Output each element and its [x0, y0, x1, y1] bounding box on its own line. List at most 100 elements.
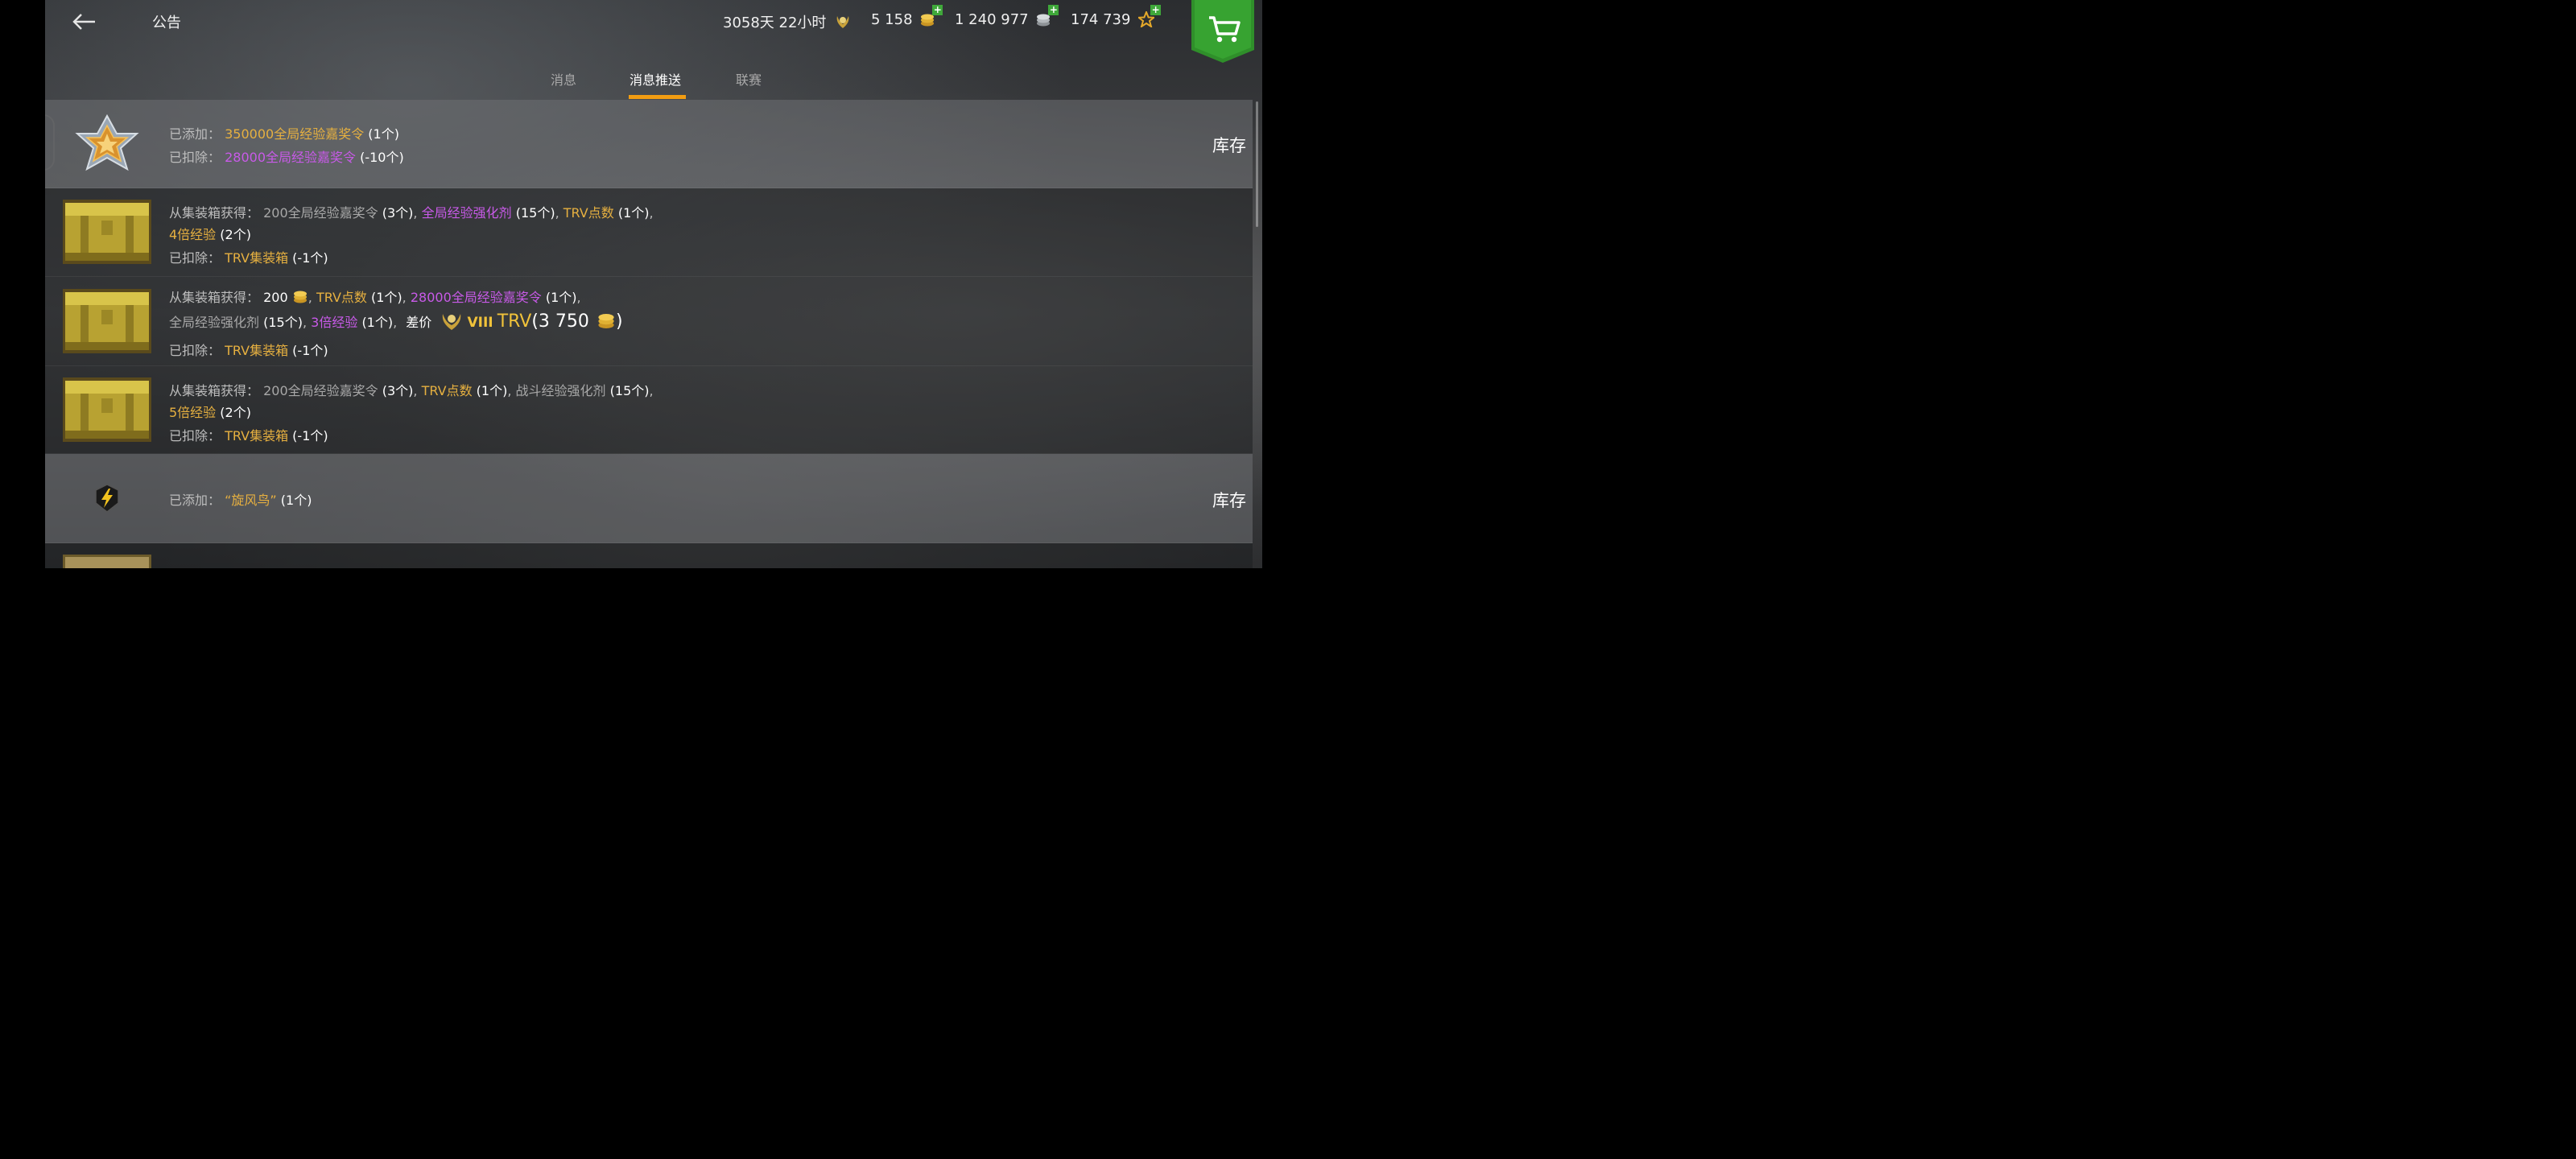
silver-coins-icon: + [1036, 5, 1059, 31]
obtained-line-cont: 5倍经验 (2个) [169, 402, 251, 421]
obtained-line: 从集装箱获得： 200全局经验嘉奖令 (3个), 全局经验强化剂 (15个), … [169, 205, 654, 221]
item-qty: (1个) [371, 290, 402, 305]
added-label: 已添加： [169, 493, 221, 508]
added-item: “旋风鸟” [225, 493, 277, 508]
item-qty: (1个) [361, 315, 394, 330]
item-name: 3倍经验 [311, 315, 358, 330]
item-name: TRV点数 [316, 290, 367, 305]
item-qty: (15个) [263, 315, 303, 330]
item-name: 4倍经验 [169, 227, 217, 242]
removed-label: 已扣除： [169, 343, 221, 358]
list-item: 从集装箱获得： 200 , TRV点数 (1个), 28000全局经验嘉奖令 (… [45, 277, 1253, 366]
premium-laurel-icon [443, 314, 461, 330]
crate-icon [63, 289, 151, 353]
gold-balance[interactable]: 5 158 + [871, 5, 943, 31]
removed-qty: (-1个) [292, 428, 328, 443]
lightning-shield-icon [93, 484, 121, 513]
added-qty: (1个) [368, 126, 399, 142]
list-item: 已添加： “旋风鸟” (1个) 库存 [45, 454, 1253, 543]
obtained-label: 从集装箱获得： [169, 205, 260, 221]
removed-label: 已扣除： [169, 150, 221, 165]
removed-line: 已扣除： TRV集装箱 (-1个) [169, 247, 328, 266]
obtained-line-cont: 4倍经验 (2个) [169, 224, 251, 243]
add-gold-icon[interactable]: + [932, 5, 943, 15]
removed-label: 已扣除： [169, 250, 221, 266]
removed-line: 已扣除： 28000全局经验嘉奖令 (-10个) [169, 146, 404, 166]
item-name: 全局经验强化剂 [169, 315, 260, 330]
premium-time-value: 3058天 22小时 [723, 14, 827, 31]
free-xp-star-icon: + [1136, 5, 1162, 31]
inventory-link[interactable]: 库存 [1212, 133, 1246, 157]
added-label: 已添加： [169, 126, 221, 142]
add-credits-icon[interactable]: + [1048, 5, 1059, 15]
top-bar: 公告 3058天 22小时 5 158 + 1 240 977 + 174 73… [45, 0, 1262, 63]
item-name: TRV点数 [563, 205, 614, 221]
removed-qty: (-10个) [360, 150, 404, 165]
page-title: 公告 [152, 14, 181, 31]
removed-item: TRV集装箱 [225, 250, 289, 266]
item-name: 战斗经验强化剂 [515, 383, 606, 398]
removed-qty: (-1个) [292, 250, 328, 266]
credits-balance[interactable]: 1 240 977 + [955, 5, 1059, 31]
item-qty: (15个) [609, 383, 650, 398]
premium-time[interactable]: 3058天 22小时 [723, 11, 852, 35]
added-line: 已添加： “旋风鸟” (1个) [169, 489, 312, 509]
obtained-line-cont: 全局经验强化剂 (15个), 3倍经验 (1个), 差价 VIII TRV(3 … [169, 311, 623, 332]
tab-messages[interactable]: 消息 [551, 69, 576, 89]
obtained-line: 从集装箱获得： 200全局经验嘉奖令 (3个), TRV点数 (1个), 战斗经… [169, 383, 654, 398]
crate-icon [63, 377, 151, 442]
tab-push-messages[interactable]: 消息推送 [630, 69, 681, 89]
price-difference-value: 3 750 [538, 311, 589, 332]
crate-icon [63, 200, 151, 264]
price-difference-label: 差价 [406, 315, 432, 330]
list-item [45, 543, 1253, 568]
back-arrow-icon [72, 14, 95, 30]
add-free-xp-icon[interactable]: + [1150, 5, 1162, 15]
gold-coins-icon [293, 291, 307, 303]
scrollbar[interactable] [1256, 101, 1258, 227]
removed-label: 已扣除： [169, 428, 221, 443]
star-badge-icon [72, 111, 142, 179]
tab-league[interactable]: 联赛 [736, 69, 762, 89]
tank-tier: VIII [467, 315, 493, 331]
removed-item: 28000全局经验嘉奖令 [225, 150, 357, 165]
obtained-line: 从集装箱获得： 200 , TRV点数 (1个), 28000全局经验嘉奖令 (… [169, 290, 581, 305]
screen: 公告 3058天 22小时 5 158 + 1 240 977 + 174 73… [45, 0, 1262, 568]
item-name: 5倍经验 [169, 405, 217, 420]
item-qty: (1个) [617, 205, 650, 221]
item-name: TRV点数 [421, 383, 473, 398]
item-name: 28000全局经验嘉奖令 [410, 290, 542, 305]
item-qty: (1个) [545, 290, 577, 305]
item-name: 200全局经验嘉奖令 [263, 205, 378, 221]
removed-qty: (-1个) [292, 343, 328, 358]
free-xp-balance[interactable]: 174 739 + [1071, 5, 1162, 31]
removed-line: 已扣除： TRV集装箱 (-1个) [169, 340, 328, 359]
removed-item: TRV集装箱 [225, 343, 289, 358]
shop-button[interactable] [1191, 0, 1254, 63]
gold-coins-icon: + [920, 5, 943, 31]
item-qty: (3个) [382, 383, 414, 398]
added-line: 已添加： 350000全局经验嘉奖令 (1个) [169, 123, 399, 142]
crate-icon [63, 555, 151, 568]
list-item: 从集装箱获得： 200全局经验嘉奖令 (3个), 全局经验强化剂 (15个), … [45, 188, 1253, 277]
item-qty: (2个) [220, 405, 251, 420]
message-list: 已添加： 350000全局经验嘉奖令 (1个) 已扣除： 28000全局经验嘉奖… [45, 100, 1262, 568]
item-name: 200 [263, 290, 288, 305]
added-qty: (1个) [280, 493, 312, 508]
item-name: 200全局经验嘉奖令 [263, 383, 378, 398]
removed-line: 已扣除： TRV集装箱 (-1个) [169, 425, 328, 444]
list-item: 从集装箱获得： 200全局经验嘉奖令 (3个), TRV点数 (1个), 战斗经… [45, 366, 1253, 454]
gold-value: 5 158 [871, 11, 913, 28]
premium-laurel-icon [834, 13, 852, 35]
item-qty: (2个) [220, 227, 251, 242]
credits-value: 1 240 977 [955, 11, 1029, 28]
list-item: 已添加： 350000全局经验嘉奖令 (1个) 已扣除： 28000全局经验嘉奖… [45, 100, 1253, 188]
back-button[interactable] [69, 8, 98, 35]
inventory-link[interactable]: 库存 [1212, 488, 1246, 512]
active-tab-indicator [629, 95, 686, 99]
free-xp-value: 174 739 [1071, 11, 1131, 28]
removed-item: TRV集装箱 [225, 428, 289, 443]
item-qty: (1个) [476, 383, 508, 398]
obtained-label: 从集装箱获得： [169, 383, 260, 398]
item-qty: (3个) [382, 205, 414, 221]
